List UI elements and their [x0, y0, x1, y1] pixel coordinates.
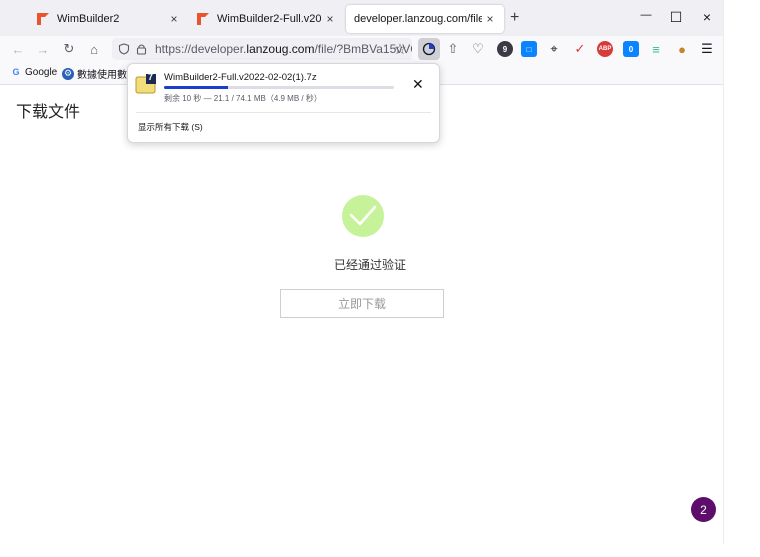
- tab-close-icon[interactable]: ×: [322, 12, 338, 26]
- google-icon: G: [12, 67, 20, 77]
- adblock-plus-icon[interactable]: ABP: [597, 41, 613, 57]
- extension-green-icon[interactable]: ≡: [646, 39, 666, 59]
- download-file-name[interactable]: WimBuilder2-Full.v2022-02-02(1).7z: [164, 72, 317, 83]
- back-arrow-icon[interactable]: ←: [8, 39, 28, 59]
- tab-close-icon[interactable]: ×: [166, 12, 182, 26]
- bookmark-google[interactable]: G Google: [10, 66, 57, 78]
- tab-wimbuilder2[interactable]: WimBuilder2 ×: [28, 5, 188, 33]
- nav-bar: ← → ↻ ⌂ https://developer.lanzoug.com/fi…: [0, 36, 723, 62]
- download-progress-icon: [422, 42, 436, 56]
- archive-file-icon: 7: [135, 72, 157, 95]
- extension-badge-0-icon[interactable]: 0: [623, 41, 639, 57]
- tab-title: developer.lanzoug.com/file/?BmB: [354, 13, 482, 25]
- download-now-button[interactable]: 立即下载: [280, 289, 444, 318]
- tab-wimbuilder2-full[interactable]: WimBuilder2-Full.v2022-02-02 ×: [188, 5, 344, 33]
- notification-badge[interactable]: 2: [691, 497, 716, 522]
- show-all-downloads-link[interactable]: 显示所有下载 (S): [138, 121, 203, 133]
- shield-icon[interactable]: [118, 43, 130, 55]
- lock-icon[interactable]: [136, 43, 147, 55]
- panel-divider: [136, 112, 431, 113]
- url-host: lanzoug.com: [246, 42, 315, 56]
- new-tab-button[interactable]: +: [510, 9, 519, 27]
- share-icon[interactable]: ⇧: [443, 39, 463, 59]
- extension-screenshot-icon[interactable]: □: [521, 41, 537, 57]
- tab-close-icon[interactable]: ×: [482, 12, 498, 26]
- gear-icon: ⚙: [62, 67, 74, 80]
- tab-developer-lanzoug[interactable]: developer.lanzoug.com/file/?BmB ×: [346, 5, 504, 33]
- tab-title: WimBuilder2-Full.v2022-02-02: [217, 13, 322, 25]
- downloads-button[interactable]: [418, 38, 440, 60]
- bookmark-data-math[interactable]: ⚙ 數據使用數學: [62, 66, 137, 81]
- forward-arrow-icon[interactable]: →: [33, 39, 53, 59]
- wimbuilder-favicon-icon: [37, 13, 49, 25]
- extension-badge-9-icon[interactable]: 9: [497, 41, 513, 57]
- extension-pen-icon[interactable]: ✓: [570, 39, 590, 59]
- success-check-icon: [342, 195, 384, 237]
- address-bar[interactable]: https://developer.lanzoug.com/file/?BmBV…: [112, 38, 412, 60]
- download-meta: 剩余 10 秒 — 21.1 / 74.1 MB（4.9 MB / 秒）: [164, 94, 322, 103]
- wimbuilder-favicon-icon: [197, 13, 209, 25]
- url-prefix: https://developer.: [155, 42, 247, 56]
- browser-window: WimBuilder2 × WimBuilder2-Full.v2022-02-…: [0, 0, 724, 544]
- home-icon[interactable]: ⌂: [84, 39, 104, 59]
- maximize-button[interactable]: ☐: [666, 9, 686, 26]
- window-close-button[interactable]: ×: [697, 9, 717, 25]
- download-progress-bar: [164, 86, 394, 89]
- bookmark-label: Google: [25, 66, 58, 78]
- tab-title: WimBuilder2: [57, 13, 120, 25]
- url-text: https://developer.lanzoug.com/file/?BmBV…: [155, 42, 412, 56]
- tab-strip: WimBuilder2 × WimBuilder2-Full.v2022-02-…: [0, 0, 723, 36]
- bookmark-star-icon[interactable]: ☆: [390, 39, 410, 59]
- pocket-icon[interactable]: ♡: [468, 39, 488, 59]
- extension-fox-icon[interactable]: ●: [672, 39, 692, 59]
- downloads-panel: 7 WimBuilder2-Full.v2022-02-02(1).7z 剩余 …: [127, 63, 440, 143]
- reload-icon[interactable]: ↻: [59, 39, 79, 59]
- archive-label: 7: [148, 72, 154, 82]
- page-title: 下载文件: [16, 104, 81, 121]
- show-all-shortcut: (S): [191, 122, 203, 132]
- crop-icon[interactable]: ⌖: [544, 39, 564, 59]
- menu-icon[interactable]: ☰: [697, 39, 717, 59]
- verification-status: 已经通过验证: [333, 258, 406, 272]
- download-progress-fill: [164, 86, 229, 89]
- show-all-label: 显示所有下载: [138, 122, 190, 132]
- cancel-download-icon[interactable]: ✕: [412, 76, 424, 93]
- minimize-button[interactable]: —: [636, 9, 656, 21]
